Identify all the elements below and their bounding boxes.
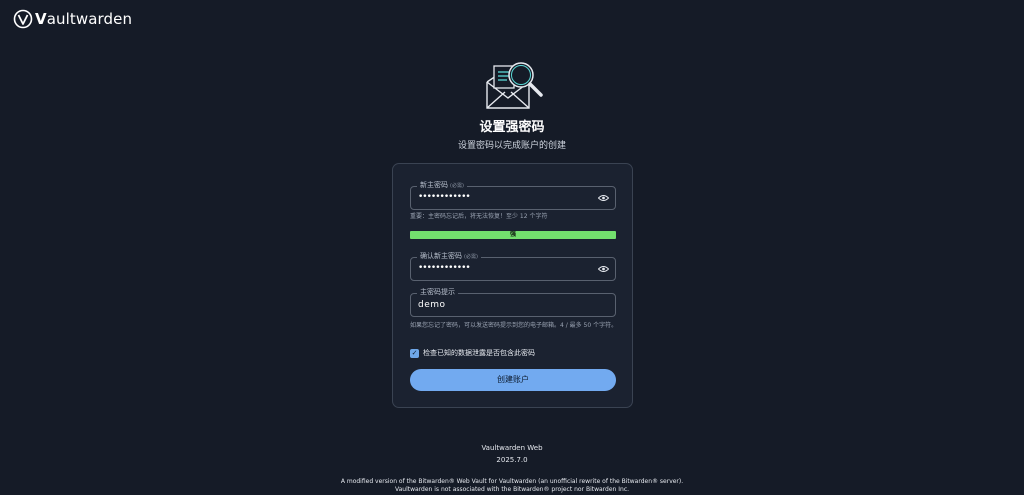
vaultwarden-shield-icon [13, 9, 33, 29]
vaultwarden-logo[interactable]: Vaultwarden [13, 9, 132, 29]
confirm-password-value[interactable]: •••••••••••• [418, 263, 471, 273]
create-account-button[interactable]: 创建账户 [410, 369, 616, 391]
breach-check-row[interactable]: ✓ 检查已知的数据泄露是否包含此密码 [410, 348, 535, 358]
footer-disclaimer: A modified version of the Bitwarden® Web… [0, 478, 1024, 494]
breach-check-label[interactable]: 检查已知的数据泄露是否包含此密码 [423, 348, 535, 358]
password-hint-value[interactable]: demo [418, 300, 446, 310]
disclaimer-line-1: A modified version of the Bitwarden® Web… [340, 478, 684, 485]
logo-wordmark: Vaultwarden [35, 10, 133, 28]
disclaimer-line-2: Vaultwarden is not associated with the B… [394, 486, 630, 493]
password-hint-help: 如果您忘记了密码，可以发送密码提示到您的电子邮箱。4 / 最多 50 个字符。 [410, 322, 618, 329]
eye-icon[interactable] [598, 265, 609, 273]
new-password-value[interactable]: •••••••••••• [418, 192, 471, 202]
breach-check-checkbox[interactable]: ✓ [410, 348, 419, 358]
eye-icon[interactable] [598, 194, 609, 202]
password-strength-bar: 强 [410, 231, 616, 239]
new-password-help: 重要：主密码忘记后，将无法恢复！至少 12 个字符 [410, 213, 548, 220]
page-subtitle: 设置密码以完成账户的创建 [457, 141, 566, 151]
confirm-password-label: 确认新主密码 (必需) [417, 251, 481, 261]
confirm-password-field[interactable]: 确认新主密码 (必需) •••••••••••• [410, 251, 616, 281]
footer-version: 2025.7.0 [496, 456, 528, 464]
footer-app-name: Vaultwarden Web [481, 444, 543, 452]
password-hint-label: 主密码提示 [417, 287, 458, 297]
new-password-field[interactable]: 新主密码 (必需) •••••••••••• [410, 180, 616, 210]
password-hint-field[interactable]: 主密码提示 demo [410, 287, 616, 317]
page-title: 设置强密码 [479, 120, 545, 135]
set-password-card: 新主密码 (必需) •••••••••••• 重要：主密码忘记后，将无法恢复！至少… [392, 163, 633, 408]
envelope-search-icon [486, 62, 543, 109]
new-password-label: 新主密码 (必需) [417, 180, 467, 190]
